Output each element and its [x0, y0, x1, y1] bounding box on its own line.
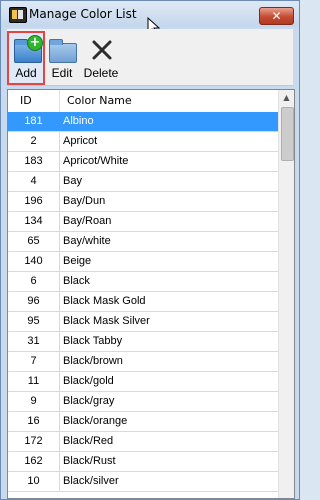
cell-color-name: Black Mask Gold [63, 295, 146, 307]
column-header-id[interactable]: ID [8, 90, 60, 112]
cell-color-name: Black/silver [63, 475, 119, 487]
cell-id: 96 [8, 292, 60, 311]
table-row[interactable]: 196 Bay/Dun [8, 192, 278, 212]
cell-color-name: Black Tabby [63, 335, 123, 347]
vertical-scrollbar[interactable]: ▲ [278, 90, 294, 498]
table-row[interactable]: 181 Albino [8, 112, 278, 132]
plus-icon: + [27, 35, 43, 51]
delete-button[interactable]: Delete [81, 31, 121, 83]
cell-color-name: Black/Rust [63, 455, 116, 467]
cell-color-name: Black/gray [63, 395, 115, 407]
cell-color-name: Black [63, 275, 90, 287]
cell-id: 95 [8, 312, 60, 331]
close-button[interactable]: ✕ [259, 7, 294, 25]
cell-color-name: Black/orange [63, 415, 128, 427]
edit-label: Edit [51, 66, 73, 80]
cell-color-name: Bay/white [63, 235, 111, 247]
table-row[interactable]: 6 Black [8, 272, 278, 292]
cell-id: 2 [8, 132, 60, 151]
cell-color-name: Bay [63, 175, 82, 187]
cell-id: 65 [8, 232, 60, 251]
cell-id: 172 [8, 432, 60, 451]
table-row[interactable]: 31 Black Tabby [8, 332, 278, 352]
cell-color-name: Bay/Roan [63, 215, 112, 227]
table-row[interactable]: 7 Black/brown [8, 352, 278, 372]
table-row[interactable]: 95 Black Mask Silver [8, 312, 278, 332]
cell-id: 181 [8, 112, 60, 131]
edit-button[interactable]: Edit [47, 31, 77, 83]
grid-header: ID Color Name [8, 90, 278, 113]
table-row[interactable]: 96 Black Mask Gold [8, 292, 278, 312]
cell-color-name: Bay/Dun [63, 195, 106, 207]
cell-id: 162 [8, 452, 60, 471]
cell-color-name: Black Mask Silver [63, 315, 150, 327]
cell-id: 10 [8, 472, 60, 491]
window-title: Manage Color List [29, 7, 137, 21]
table-row[interactable]: 65 Bay/white [8, 232, 278, 252]
manage-color-list-window: Manage Color List ✕ + Add Edit Delete ID… [0, 0, 300, 500]
cell-color-name: Apricot [63, 135, 98, 147]
cell-id: 6 [8, 272, 60, 291]
table-row[interactable]: 183 Apricot/White [8, 152, 278, 172]
cell-id: 134 [8, 212, 60, 231]
table-row[interactable]: 172 Black/Red [8, 432, 278, 452]
table-row[interactable]: 162 Black/Rust [8, 452, 278, 472]
table-row[interactable]: 2 Apricot [8, 132, 278, 152]
cell-color-name: Black/Red [63, 435, 114, 447]
scroll-up-arrow-icon[interactable]: ▲ [279, 90, 294, 106]
cell-color-name: Beige [63, 255, 92, 267]
add-label: Add [15, 66, 37, 80]
cell-id: 4 [8, 172, 60, 191]
x-icon [92, 40, 112, 60]
cell-color-name: Apricot/White [63, 155, 129, 167]
cell-id: 183 [8, 152, 60, 171]
cell-id: 11 [8, 372, 60, 391]
cell-color-name: Black/gold [63, 375, 114, 387]
add-button[interactable]: + Add [7, 31, 45, 85]
toolbar: + Add Edit Delete [7, 29, 293, 86]
cell-id: 196 [8, 192, 60, 211]
color-list-grid[interactable]: ID Color Name 181 Albino 2 Apricot 183 Apri… [7, 89, 295, 499]
column-header-color-name[interactable]: Color Name [61, 90, 278, 112]
cell-id: 7 [8, 352, 60, 371]
table-row[interactable]: 11 Black/gold [8, 372, 278, 392]
table-row[interactable]: 4 Bay [8, 172, 278, 192]
table-row[interactable]: 9 Black/gray [8, 392, 278, 412]
cell-color-name: Albino [63, 115, 94, 127]
table-row[interactable]: 16 Black/orange [8, 412, 278, 432]
cell-id: 31 [8, 332, 60, 351]
table-row[interactable]: 134 Bay/Roan [8, 212, 278, 232]
cell-id: 16 [8, 412, 60, 431]
cell-color-name: Black/brown [63, 355, 123, 367]
table-row[interactable]: 140 Beige [8, 252, 278, 272]
scrollbar-thumb[interactable] [281, 107, 294, 161]
table-row[interactable]: 10 Black/silver [8, 472, 278, 492]
app-icon [9, 7, 27, 23]
cell-id: 9 [8, 392, 60, 411]
grid-rows: 181 Albino 2 Apricot 183 Apricot/White 4 Bay… [8, 112, 278, 492]
delete-label: Delete [83, 66, 119, 80]
cell-id: 140 [8, 252, 60, 271]
folder-icon [49, 39, 77, 63]
